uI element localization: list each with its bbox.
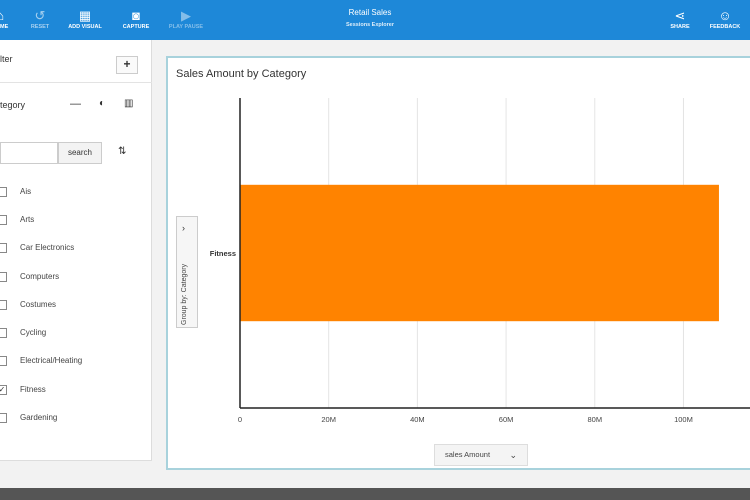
filter-divider	[0, 82, 152, 83]
reset-label: Reset	[30, 24, 50, 30]
add-filter-button[interactable]: +	[116, 56, 138, 74]
reset-icon: ↺	[34, 8, 46, 23]
filter-pane-title: lter	[0, 54, 13, 64]
filter-item-label: Cycling	[20, 328, 47, 337]
filter-search-input[interactable]	[0, 142, 58, 164]
capture-label: Capture	[122, 24, 150, 30]
filter-item-label: Fitness	[20, 385, 46, 394]
add-visual-button[interactable]: ▦ Add Visual	[63, 4, 107, 36]
home-label: Home	[0, 24, 9, 30]
x-tick-label: 20M	[321, 415, 336, 424]
x-measure-dropdown[interactable]: sales Amount ⌄	[434, 444, 528, 466]
x-tick-label: 100M	[674, 415, 693, 424]
filter-item-electrical-heating[interactable]: Electrical/Heating	[0, 353, 150, 369]
filter-item-label: Arts	[20, 215, 35, 224]
category-label: Fitness	[210, 249, 236, 258]
x-tick-label: 0	[238, 415, 242, 424]
filter-item-label: Car Electronics	[20, 243, 75, 252]
swap-icon[interactable]: ⇅	[118, 146, 126, 157]
filter-item-costumes[interactable]: Costumes	[0, 297, 150, 313]
filter-item-ais[interactable]: Ais	[0, 184, 150, 200]
group-by-tab[interactable]: › Group by: Category	[176, 216, 198, 328]
filter-pane: lter + tegory — ◐ ▥ search ⇅ Ais Arts Ca…	[0, 40, 152, 461]
filter-pane-footer-line	[0, 460, 152, 461]
play-icon: ▶	[181, 8, 191, 23]
checkbox[interactable]	[0, 356, 7, 366]
play-pause-label: Play Pause	[168, 24, 204, 30]
app-subtitle: Sessions Explorer	[346, 22, 394, 28]
top-toolbar: ⌂ Home ↺ Reset ▦ Add Visual ◙ Capture ▶ …	[0, 0, 750, 40]
filter-item-car-electronics[interactable]: Car Electronics	[0, 240, 150, 256]
app-title: Retail Sales	[348, 8, 392, 17]
reset-button[interactable]: ↺ Reset	[18, 4, 62, 36]
filter-item-label: Costumes	[20, 300, 57, 309]
filter-item-computers[interactable]: Computers	[0, 269, 150, 285]
checkbox[interactable]	[0, 272, 7, 282]
grid-icon[interactable]: ▥	[124, 98, 133, 109]
checkbox[interactable]	[0, 243, 7, 253]
filter-item-label: Computers	[20, 272, 60, 281]
chevron-right-icon: ›	[182, 223, 185, 233]
visibility-icon[interactable]: ◐	[99, 98, 105, 109]
group-by-label: Group by: Category	[181, 263, 188, 325]
filter-item-label: Gardening	[20, 413, 58, 422]
filter-search-button[interactable]: search	[58, 142, 102, 164]
filter-item-label: Electrical/Heating	[20, 356, 83, 365]
checkbox-checked[interactable]: ✓	[0, 385, 7, 395]
share-icon: ⋖	[674, 8, 686, 23]
filter-item-fitness[interactable]: ✓ Fitness	[0, 382, 150, 398]
checkbox[interactable]	[0, 187, 7, 197]
collapse-icon[interactable]: —	[70, 98, 81, 110]
x-tick-label: 40M	[410, 415, 425, 424]
capture-button[interactable]: ◙ Capture	[114, 4, 158, 36]
filter-item-cycling[interactable]: Cycling	[0, 325, 150, 341]
feedback-label: Feedback	[709, 24, 741, 30]
feedback-button[interactable]: ☺ Feedback	[703, 4, 747, 36]
feedback-icon: ☺	[718, 8, 732, 23]
bar-chart: 0 20M 40M 60M 80M 100M Fitness	[210, 98, 750, 424]
chevron-down-icon: ⌄	[509, 450, 517, 460]
x-measure-label: sales Amount	[445, 450, 491, 459]
checkbox[interactable]	[0, 413, 7, 423]
checkbox[interactable]	[0, 328, 7, 338]
filter-item-arts[interactable]: Arts	[0, 212, 150, 228]
bottom-strip	[0, 488, 750, 500]
add-visual-label: Add Visual	[68, 24, 102, 30]
play-pause-button[interactable]: ▶ Play Pause	[164, 4, 208, 36]
checkbox[interactable]	[0, 300, 7, 310]
add-visual-icon: ▦	[78, 8, 92, 23]
chart-panel: Sales Amount by Category 0 20M 40M 60M 80M 10…	[166, 56, 750, 470]
bar-fitness	[240, 184, 719, 322]
share-label: Share	[670, 24, 690, 30]
home-icon: ⌂	[0, 9, 4, 23]
x-tick-label: 60M	[499, 415, 514, 424]
x-tick-label: 80M	[587, 415, 602, 424]
camera-icon: ◙	[132, 8, 140, 23]
checkbox[interactable]	[0, 215, 7, 225]
filter-item-label: Ais	[20, 187, 32, 196]
share-button[interactable]: ⋖ Share	[658, 4, 702, 36]
filter-item-gardening[interactable]: Gardening	[0, 410, 150, 426]
filter-field-name: tegory	[0, 100, 26, 110]
